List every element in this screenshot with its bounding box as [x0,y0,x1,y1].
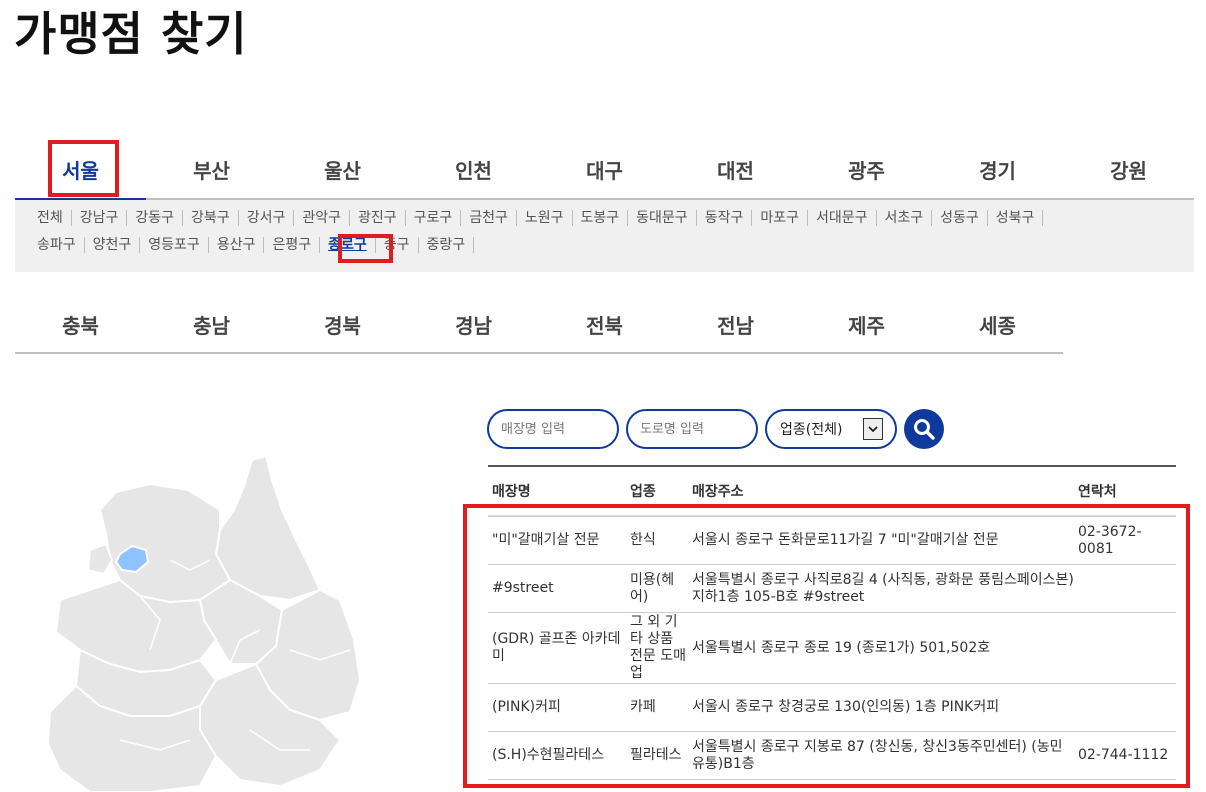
cell-store-name: (PINK)커피 [492,699,561,715]
cell-address: 서울특별시 종로구 종로 19 (종로1가) 501,502호 [692,639,991,656]
table-row[interactable]: #9street 미용(헤어) 서울특별시 종로구 사직로8길 4 (사직동, … [488,565,1176,613]
cell-store-name: (S.H)수현필라테스 [492,747,605,763]
district-item[interactable]: 노원구 [517,210,573,226]
district-item[interactable]: 강남구 [72,210,128,226]
cell-address: 서울시 종로구 창경궁로 130(인의동) 1층 PINK커피 [692,699,1000,715]
district-item[interactable]: 영등포구 [140,237,209,253]
map-region-gangwon [214,454,322,602]
region-tab-jeonbuk[interactable]: 전북 [539,296,670,352]
region-tab-incheon[interactable]: 인천 [408,140,539,198]
district-item[interactable]: 마포구 [752,210,808,226]
district-item[interactable]: 양천구 [85,237,141,253]
region-tab-gwangju[interactable]: 광주 [801,140,932,198]
region-tabs-row-2: 충북 충남 경북 경남 전북 전남 제주 세종 [15,296,1063,354]
category-select[interactable]: 업종(전체) [765,409,897,449]
region-tab-chungnam[interactable]: 충남 [146,296,277,352]
district-item[interactable]: 동대문구 [628,210,697,226]
category-select-value: 업종(전체) [780,422,843,438]
district-item[interactable]: 구로구 [406,210,462,226]
district-item[interactable]: 전체 [37,210,72,226]
search-button[interactable] [904,409,944,449]
district-item[interactable]: 중구 [376,237,419,253]
cell-store-name: (GDR) 골프존 아카데미 [492,631,621,664]
district-item[interactable]: 금천구 [461,210,517,226]
cell-category: 필라테스 [630,747,682,763]
region-tab-ulsan[interactable]: 울산 [277,140,408,198]
district-item[interactable]: 중랑구 [419,237,475,253]
search-icon [914,419,935,440]
cell-phone: 02-3672-0081 [1078,523,1142,557]
district-item[interactable]: 은평구 [264,237,321,253]
district-panel: 전체 강남구 강동구 강북구 강서구 관악구 광진구 구로구 금천구 노원구 도… [15,200,1194,272]
table-header: 매장명 업종 매장주소 연락처 [488,465,1176,516]
cell-category: 한식 [630,532,656,548]
district-item[interactable]: 도봉구 [573,210,629,226]
region-tab-jeonnam[interactable]: 전남 [670,296,801,352]
map-region-incheon [86,542,114,576]
cell-address: 서울시 종로구 돈화문로11가길 7 "미"갈매기살 전문 [692,532,999,548]
chevron-down-icon[interactable] [863,418,883,440]
region-tab-chungbuk[interactable]: 충북 [15,296,146,352]
cell-category: 그 외 기타 상품 전문 도매업 [630,614,686,681]
table-row[interactable]: (PINK)커피 카페 서울시 종로구 창경궁로 130(인의동) 1층 PIN… [488,684,1176,732]
store-table: 매장명 업종 매장주소 연락처 "미"갈매기살 전문 한식 서울시 종로구 돈화… [488,465,1176,780]
header-phone: 연락처 [1078,484,1117,500]
cell-category: 카페 [630,699,656,715]
cell-store-name: "미"갈매기살 전문 [492,532,600,548]
district-item[interactable]: 서초구 [877,210,933,226]
district-item[interactable]: 강동구 [127,210,184,226]
region-tab-jeju[interactable]: 제주 [801,296,932,352]
region-tab-seoul[interactable]: 서울 [15,140,146,200]
district-item[interactable]: 송파구 [37,237,85,253]
header-address: 매장주소 [692,484,744,500]
district-item[interactable]: 강북구 [183,210,239,226]
store-name-input[interactable] [487,409,619,449]
region-tab-gangwon[interactable]: 강원 [1063,140,1194,198]
page-title: 가맹점 찾기 [14,7,248,61]
korea-map[interactable] [20,450,400,792]
district-item[interactable]: 관악구 [294,210,350,226]
region-tab-sejong[interactable]: 세종 [932,296,1063,352]
cell-store-name: #9street [492,580,554,596]
header-store-name: 매장명 [492,484,531,500]
district-item[interactable]: 성동구 [932,210,988,226]
district-item[interactable]: 성북구 [988,210,1044,226]
region-tab-gyeongbuk[interactable]: 경북 [277,296,408,352]
region-tabs-row-1: 서울 부산 울산 인천 대구 대전 광주 경기 강원 [15,140,1194,200]
cell-phone: 02-744-1112 [1078,747,1169,763]
cell-address: 서울특별시 종로구 사직로8길 4 (사직동, 광화문 풍림스페이스본) 지하1… [692,571,1074,605]
cell-category: 미용(헤어) [630,571,675,605]
district-item[interactable]: 강서구 [239,210,295,226]
table-body: "미"갈매기살 전문 한식 서울시 종로구 돈화문로11가길 7 "미"갈매기살… [488,516,1176,780]
district-item[interactable]: 동작구 [697,210,753,226]
region-tab-daejeon[interactable]: 대전 [670,140,801,198]
district-list-line-2: 송파구 양천구 영등포구 용산구 은평구 종로구 중구 중랑구 [37,237,475,253]
region-tab-busan[interactable]: 부산 [146,140,277,198]
cell-address: 서울특별시 종로구 지봉로 87 (창신동, 창신3동주민센터) (농민유통)B… [692,738,1063,772]
district-item[interactable]: 서대문구 [808,210,877,226]
region-tab-gyeongnam[interactable]: 경남 [408,296,539,352]
district-item-jongno-selected[interactable]: 종로구 [320,237,376,253]
region-tab-gyeonggi[interactable]: 경기 [932,140,1063,198]
district-item[interactable]: 광진구 [350,210,406,226]
region-tab-daegu[interactable]: 대구 [539,140,670,198]
table-row[interactable]: (GDR) 골프존 아카데미 그 외 기타 상품 전문 도매업 서울특별시 종로… [488,613,1176,684]
header-category: 업종 [630,484,656,500]
table-row[interactable]: "미"갈매기살 전문 한식 서울시 종로구 돈화문로11가길 7 "미"갈매기살… [488,516,1176,565]
road-name-input[interactable] [626,409,758,449]
table-row[interactable]: (S.H)수현필라테스 필라테스 서울특별시 종로구 지봉로 87 (창신동, … [488,732,1176,780]
district-item[interactable]: 용산구 [209,237,265,253]
district-list-line-1: 전체 강남구 강동구 강북구 강서구 관악구 광진구 구로구 금천구 노원구 도… [37,210,1044,226]
